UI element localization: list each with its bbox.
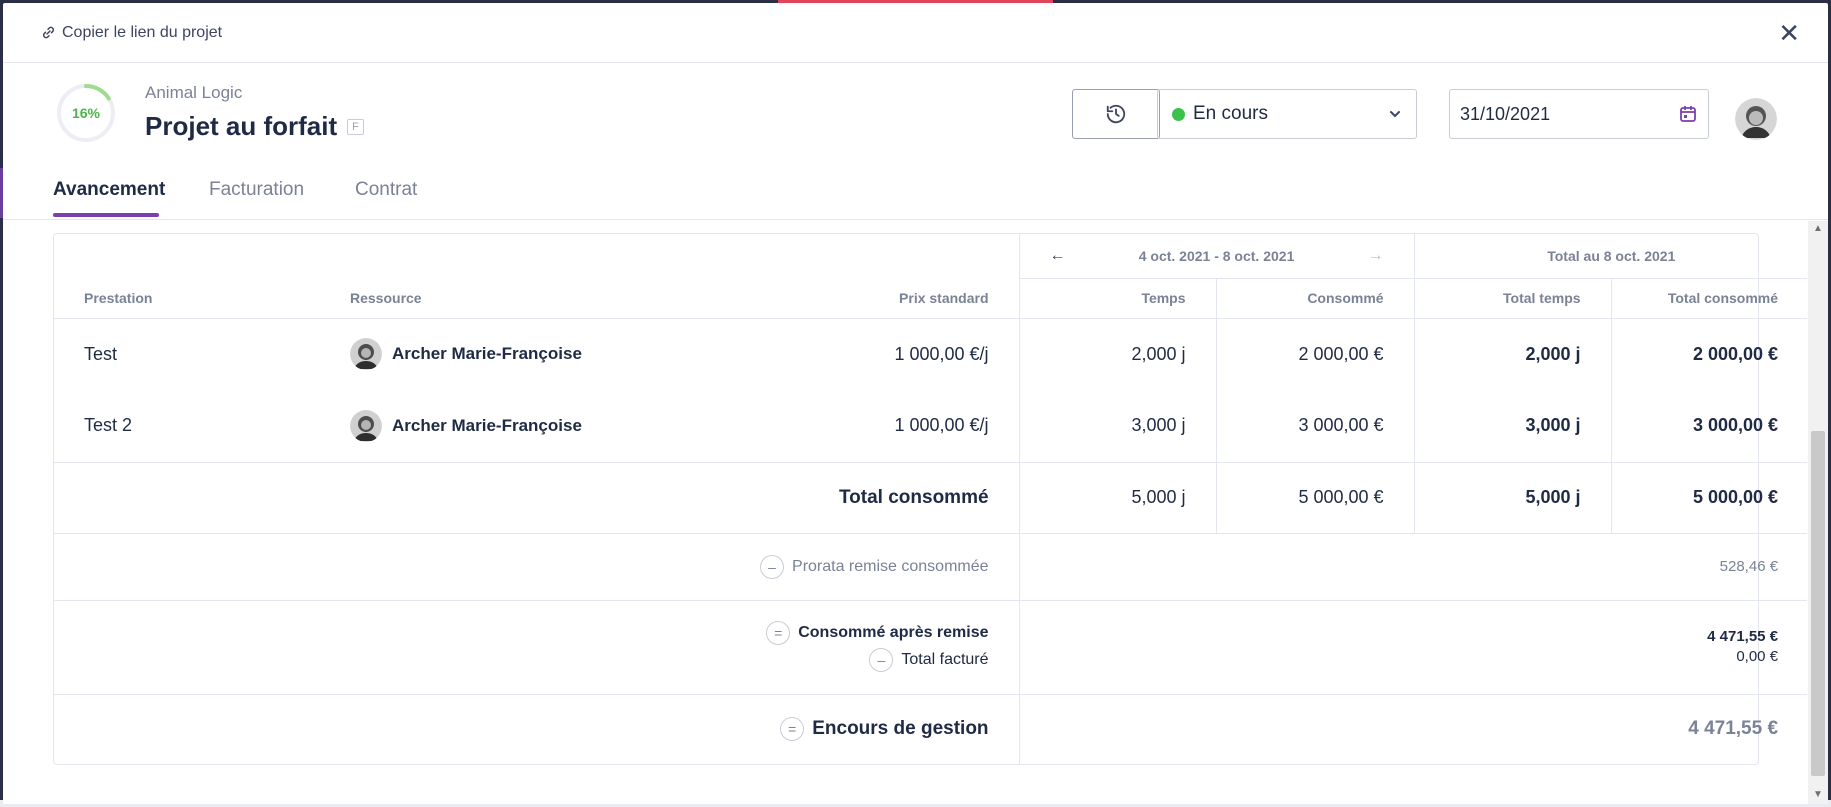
progress-table-card: ← 4 oct. 2021 - 8 oct. 2021 → Total au 8… xyxy=(53,233,1807,765)
tab-bar: Avancement Facturation Contrat xyxy=(3,173,1828,220)
period-header-row: ← 4 oct. 2021 - 8 oct. 2021 → Total au 8… xyxy=(54,234,1807,279)
history-button[interactable] xyxy=(1072,89,1160,139)
period-label: 4 oct. 2021 - 8 oct. 2021 xyxy=(1138,247,1295,264)
scroll-down-icon[interactable]: ▼ xyxy=(1813,789,1823,800)
copy-link-button[interactable]: Copier le lien du projet xyxy=(41,24,222,42)
total-facture-value: 0,00 € xyxy=(1736,648,1779,665)
chevron-down-icon xyxy=(1390,111,1400,118)
total-temps-cell: 2,000 j xyxy=(1413,318,1612,390)
progress-label: 16% xyxy=(71,105,101,121)
prorata-value: 528,46 € xyxy=(1018,533,1807,600)
status-dot xyxy=(1172,107,1185,121)
total-temps-cell: 3,000 j xyxy=(1413,390,1612,462)
status-value: En cours xyxy=(1193,103,1268,124)
total-label: Total consommé xyxy=(838,486,989,508)
total-consomme-cell: 2 000,00 € xyxy=(1610,318,1807,390)
col-ressource: Ressource xyxy=(350,289,422,306)
encours-value: 4 471,55 € xyxy=(1018,694,1807,764)
minus-operator: – xyxy=(869,648,894,672)
link-icon xyxy=(42,26,55,39)
scrollbar[interactable]: ▲ ▼ xyxy=(1808,221,1828,804)
ressource-cell: Archer Marie-Françoise xyxy=(350,390,646,462)
user-avatar[interactable] xyxy=(1735,98,1777,140)
column-header-row: Prestation Ressource Prix standard Temps… xyxy=(54,278,1807,318)
arrow-left-icon[interactable]: ← xyxy=(1050,247,1066,265)
total-consomme-all: 5 000,00 € xyxy=(1610,462,1807,533)
progress-table: ← 4 oct. 2021 - 8 oct. 2021 → Total au 8… xyxy=(54,234,1807,764)
ressource-name: Archer Marie-Françoise xyxy=(392,344,582,364)
encours-row: = Encours de gestion 4 471,55 € xyxy=(54,694,1807,764)
avatar xyxy=(350,338,382,371)
total-facture-label: Total facturé xyxy=(901,651,989,668)
encours-label: Encours de gestion xyxy=(812,718,989,740)
client-name: Animal Logic xyxy=(145,83,243,102)
temps-cell: 2,000 j xyxy=(1018,318,1217,390)
project-header: 16% Animal Logic Projet au forfait F En … xyxy=(3,63,1828,173)
arrow-right-icon[interactable]: → xyxy=(1368,247,1384,265)
project-title: Projet au forfait F xyxy=(145,111,364,142)
close-icon[interactable]: ✕ xyxy=(1778,20,1800,46)
project-modal: Copier le lien du projet ✕ 16% Animal Lo… xyxy=(3,3,1828,804)
col-prix: Prix standard xyxy=(899,289,989,306)
prestation-cell: Test xyxy=(84,343,118,364)
consomme-cell: 2 000,00 € xyxy=(1215,318,1415,390)
total-row: Total consommé 5,000 j 5 000,00 € 5,000 … xyxy=(54,462,1807,533)
modal-topbar: Copier le lien du projet ✕ xyxy=(3,3,1828,63)
col-consomme: Consommé xyxy=(1215,278,1415,318)
project-type-badge: F xyxy=(347,118,364,135)
col-total-consomme: Total consommé xyxy=(1610,278,1807,318)
total-temps-period: 5,000 j xyxy=(1018,462,1217,533)
date-field[interactable]: 31/10/2021 xyxy=(1449,89,1709,139)
period-navigator: ← 4 oct. 2021 - 8 oct. 2021 → xyxy=(1020,247,1414,265)
apres-remise-value: 4 471,55 € xyxy=(1707,628,1779,645)
scrollbar-thumb[interactable] xyxy=(1811,431,1825,776)
history-icon xyxy=(1106,104,1126,124)
project-title-text: Projet au forfait xyxy=(145,111,338,141)
tab-contrat[interactable]: Contrat xyxy=(355,179,417,201)
col-total-temps: Total temps xyxy=(1413,278,1612,318)
tab-facturation[interactable]: Facturation xyxy=(209,179,304,201)
ressource-name: Archer Marie-Françoise xyxy=(392,415,582,435)
equals-operator: = xyxy=(780,717,805,742)
total-consomme-period: 5 000,00 € xyxy=(1215,462,1415,533)
prix-cell: 1 000,00 €/j xyxy=(894,343,989,364)
tab-avancement[interactable]: Avancement xyxy=(53,179,165,201)
after-discount-row: = Consommé après remise – Total facturé … xyxy=(54,600,1807,694)
calendar-icon[interactable] xyxy=(1678,104,1698,124)
scroll-up-icon[interactable]: ▲ xyxy=(1813,223,1823,234)
avatar xyxy=(350,409,382,442)
consomme-cell: 3 000,00 € xyxy=(1215,390,1415,462)
col-prestation: Prestation xyxy=(84,289,153,306)
progress-ring: 16% xyxy=(55,82,117,144)
prix-cell: 1 000,00 €/j xyxy=(894,415,989,436)
table-row[interactable]: Test Archer Marie-Françoise 1 000,00 €/j… xyxy=(54,318,1807,390)
temps-cell: 3,000 j xyxy=(1018,390,1217,462)
prorata-label: Prorata remise consommée xyxy=(792,557,989,575)
table-row[interactable]: Test 2 Archer Marie-Françoise 1 000,00 €… xyxy=(54,390,1807,462)
ressource-cell: Archer Marie-Françoise xyxy=(350,318,646,390)
total-header: Total au 8 oct. 2021 xyxy=(1413,234,1807,279)
active-tab-indicator xyxy=(53,213,159,217)
col-temps: Temps xyxy=(1018,278,1217,318)
copy-link-label: Copier le lien du projet xyxy=(62,23,223,41)
minus-operator: – xyxy=(760,554,785,579)
apres-remise-label: Consommé après remise xyxy=(798,624,989,641)
total-consomme-cell: 3 000,00 € xyxy=(1610,390,1807,462)
status-select[interactable]: En cours xyxy=(1157,89,1417,139)
content-area: ← 4 oct. 2021 - 8 oct. 2021 → Total au 8… xyxy=(3,221,1807,804)
prorata-row: – Prorata remise consommée 528,46 € xyxy=(54,533,1807,600)
prestation-cell: Test 2 xyxy=(84,415,133,436)
date-value: 31/10/2021 xyxy=(1460,103,1551,124)
total-temps-all: 5,000 j xyxy=(1413,462,1612,533)
equals-operator: = xyxy=(766,621,791,645)
